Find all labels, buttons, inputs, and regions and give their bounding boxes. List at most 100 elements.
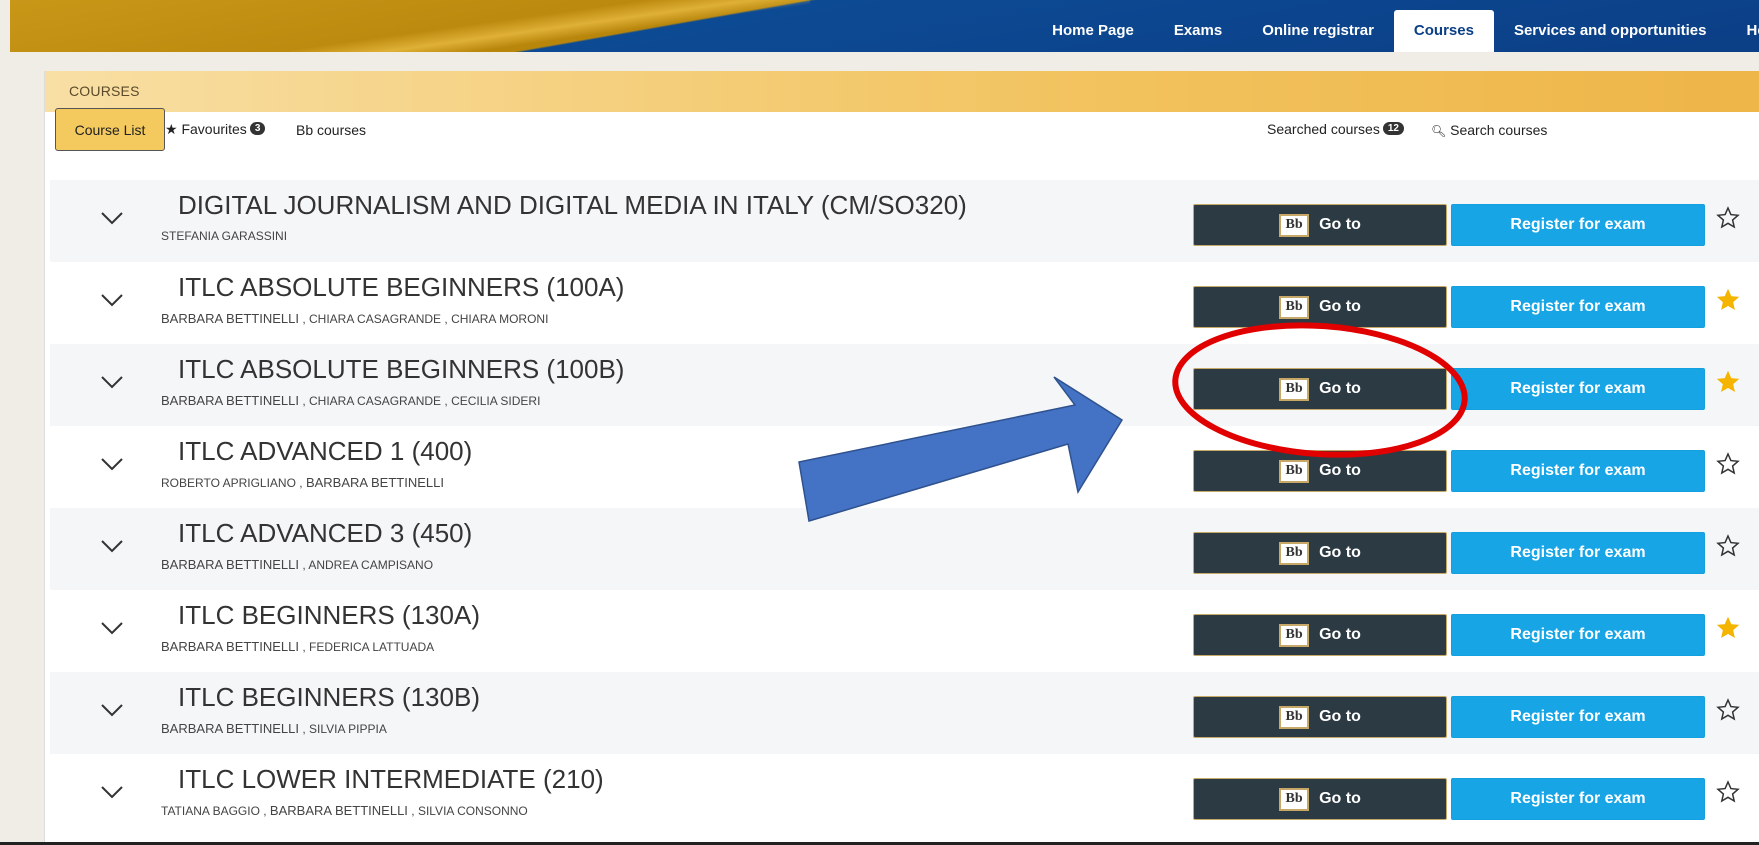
nav-item-home-page[interactable]: Home Page — [1032, 10, 1154, 52]
panel-title: COURSES — [45, 71, 1759, 112]
teacher-separator: , — [299, 640, 310, 654]
courses-panel: COURSES Course List ★ Favourites 3 Bb cou… — [44, 71, 1759, 845]
course-row: ITLC ADVANCED 1 (400) ROBERTO APRIGLIANO … — [50, 426, 1759, 508]
tab-searched-courses[interactable]: Searched courses 12 — [1267, 121, 1404, 137]
go-to-button[interactable]: Bb Go to — [1193, 450, 1447, 492]
register-for-exam-button[interactable]: Register for exam — [1451, 614, 1705, 656]
nav-item-help[interactable]: Help — [1726, 10, 1759, 52]
register-for-exam-button[interactable]: Register for exam — [1451, 450, 1705, 492]
teacher-separator: , — [299, 394, 310, 408]
favourite-star-outline-icon[interactable] — [1716, 206, 1742, 232]
searched-count-badge: 12 — [1382, 122, 1404, 135]
chevron-down-icon[interactable] — [100, 456, 124, 472]
tab-bb-courses[interactable]: Bb courses — [296, 122, 366, 138]
teacher-separator: , — [299, 558, 309, 572]
header-decoration — [290, 0, 810, 52]
course-teachers: BARBARA BETTINELLI , CHIARA CASAGRANDE ,… — [161, 311, 548, 326]
go-to-button[interactable]: Bb Go to — [1193, 204, 1447, 246]
go-to-button[interactable]: Bb Go to — [1193, 696, 1447, 738]
chevron-down-icon[interactable] — [100, 210, 124, 226]
go-to-button[interactable]: Bb Go to — [1193, 286, 1447, 328]
favourite-star-outline-icon[interactable] — [1716, 534, 1742, 560]
register-for-exam-button[interactable]: Register for exam — [1451, 532, 1705, 574]
search-icon: 🔍︎ — [1431, 124, 1447, 138]
go-to-label: Go to — [1319, 380, 1361, 397]
tab-favourites[interactable]: ★ Favourites 3 — [165, 121, 266, 138]
teacher-separator: , — [295, 476, 306, 490]
course-teachers: ROBERTO APRIGLIANO , BARBARA BETTINELLI — [161, 475, 444, 490]
go-to-label: Go to — [1319, 790, 1361, 807]
chevron-down-icon[interactable] — [100, 620, 124, 636]
blackboard-logo-icon: Bb — [1279, 787, 1310, 811]
chevron-down-icon[interactable] — [100, 292, 124, 308]
course-title: ITLC LOWER INTERMEDIATE (210) — [178, 764, 604, 794]
teacher-name: STEFANIA GARASSINI — [161, 229, 288, 243]
chevron-down-icon[interactable] — [100, 784, 124, 800]
tab-search-courses[interactable]: 🔍︎ Search courses — [1431, 122, 1547, 138]
teacher-name: BARBARA BETTINELLI — [161, 311, 299, 326]
nav-item-courses[interactable]: Courses — [1393, 10, 1494, 52]
chevron-down-icon[interactable] — [100, 538, 124, 554]
course-row: ITLC LOWER INTERMEDIATE (210) TATIANA BAG… — [50, 754, 1759, 836]
go-to-button[interactable]: Bb Go to — [1193, 614, 1447, 656]
go-to-label: Go to — [1319, 626, 1361, 643]
teacher-separator: , — [407, 804, 418, 818]
teacher-name: BARBARA BETTINELLI — [161, 557, 299, 572]
course-teachers: STEFANIA GARASSINI — [161, 229, 287, 243]
teacher-name: SILVIA PIPPIA — [309, 722, 387, 736]
register-for-exam-button[interactable]: Register for exam — [1451, 368, 1705, 410]
blackboard-logo-icon: Bb — [1279, 377, 1310, 401]
course-teachers: BARBARA BETTINELLI , FEDERICA LATTUADA — [161, 639, 434, 654]
chevron-down-icon[interactable] — [100, 702, 124, 718]
favourite-star-outline-icon[interactable] — [1716, 780, 1742, 806]
blackboard-logo-icon: Bb — [1279, 213, 1310, 237]
teacher-name: BARBARA BETTINELLI — [269, 803, 408, 818]
favourite-star-outline-icon[interactable] — [1716, 698, 1742, 724]
course-list: DIGITAL JOURNALISM AND DIGITAL MEDIA IN … — [50, 180, 1759, 836]
course-title: ITLC ABSOLUTE BEGINNERS (100B) — [178, 354, 625, 384]
favourite-star-filled-icon[interactable] — [1716, 370, 1742, 396]
blackboard-logo-icon: Bb — [1279, 459, 1310, 483]
course-row: ITLC BEGINNERS (130A) BARBARA BETTINELLI … — [50, 590, 1759, 672]
nav-item-online-registrar[interactable]: Online registrar — [1242, 10, 1394, 52]
nav-item-exams[interactable]: Exams — [1154, 10, 1242, 52]
tab-course-list[interactable]: Course List — [55, 108, 165, 151]
course-title: ITLC ADVANCED 1 (400) — [178, 436, 473, 466]
favourites-count-badge: 3 — [249, 122, 266, 135]
chevron-down-icon[interactable] — [100, 374, 124, 390]
go-to-button[interactable]: Bb Go to — [1193, 532, 1447, 574]
course-row: ITLC ADVANCED 3 (450) BARBARA BETTINELLI … — [50, 508, 1759, 590]
teacher-name: BARBARA BETTINELLI — [305, 475, 444, 490]
register-for-exam-button[interactable]: Register for exam — [1451, 696, 1705, 738]
favourite-star-filled-icon[interactable] — [1716, 616, 1742, 642]
nav-item-services-and-opportunities[interactable]: Services and opportunities — [1494, 10, 1727, 52]
teacher-name: ROBERTO APRIGLIANO — [161, 476, 296, 490]
teacher-separator: , — [441, 394, 452, 408]
register-for-exam-button[interactable]: Register for exam — [1451, 778, 1705, 820]
register-for-exam-button[interactable]: Register for exam — [1451, 204, 1705, 246]
favourite-star-outline-icon[interactable] — [1716, 452, 1742, 478]
favourite-star-filled-icon[interactable] — [1716, 288, 1742, 314]
teacher-name: CHIARA MORONI — [451, 312, 549, 326]
course-teachers: TATIANA BAGGIO , BARBARA BETTINELLI , SI… — [161, 803, 528, 818]
blackboard-logo-icon: Bb — [1279, 541, 1310, 565]
blackboard-logo-icon: Bb — [1279, 295, 1310, 319]
course-teachers: BARBARA BETTINELLI , ANDREA CAMPISANO — [161, 557, 433, 572]
course-title: ITLC ABSOLUTE BEGINNERS (100A) — [178, 272, 625, 302]
main-nav: Home Page Exams Online registrar Courses Ser… — [1032, 10, 1759, 52]
favourites-label: Favourites — [181, 121, 247, 137]
teacher-separator: , — [299, 722, 310, 736]
go-to-label: Go to — [1319, 544, 1361, 561]
teacher-name: TATIANA BAGGIO — [161, 804, 260, 818]
go-to-button[interactable]: Bb Go to — [1193, 368, 1447, 410]
course-title: ITLC BEGINNERS (130B) — [178, 682, 480, 712]
go-to-label: Go to — [1319, 216, 1361, 233]
register-for-exam-button[interactable]: Register for exam — [1451, 286, 1705, 328]
course-row: ITLC ABSOLUTE BEGINNERS (100A) BARBARA BE… — [50, 262, 1759, 344]
course-teachers: BARBARA BETTINELLI , SILVIA PIPPIA — [161, 721, 387, 736]
go-to-button[interactable]: Bb Go to — [1193, 778, 1447, 820]
go-to-label: Go to — [1319, 462, 1361, 479]
teacher-name: CHIARA CASAGRANDE — [309, 394, 442, 408]
course-row: ITLC BEGINNERS (130B) BARBARA BETTINELLI … — [50, 672, 1759, 754]
teacher-separator: , — [259, 804, 270, 818]
